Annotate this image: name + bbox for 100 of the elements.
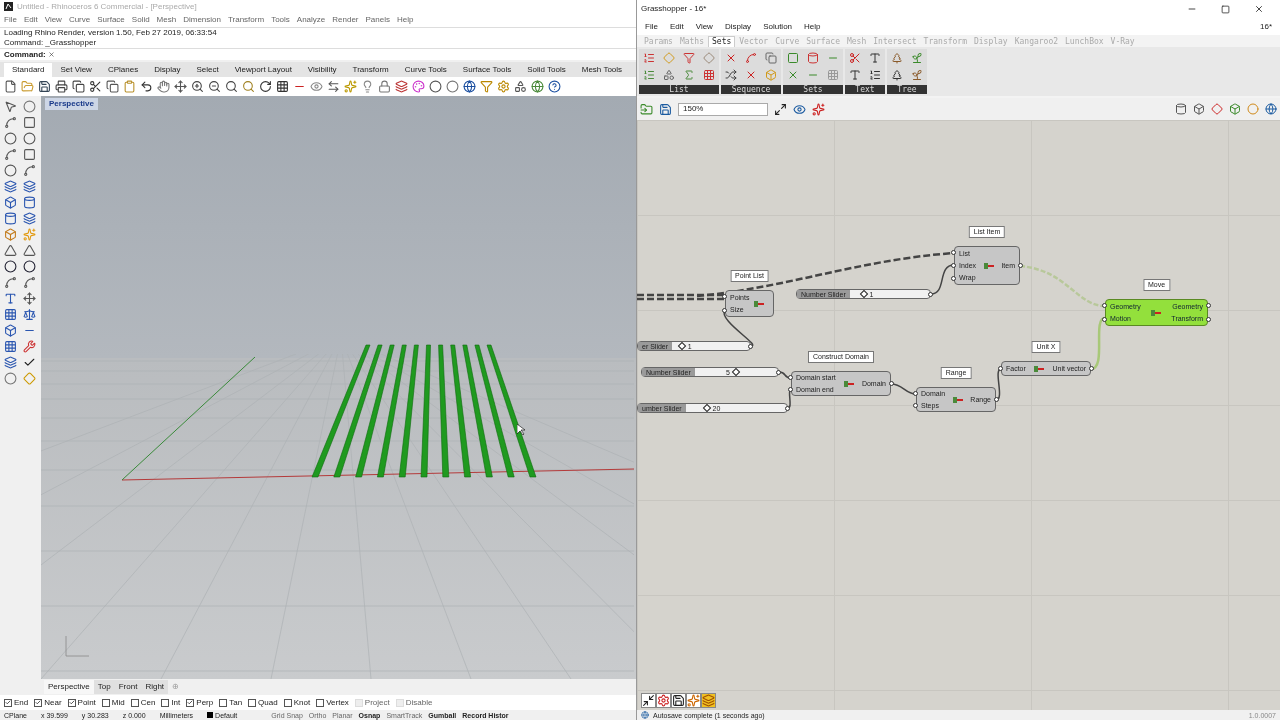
cylinder-icon[interactable] (22, 196, 36, 209)
menu-item[interactable]: Dimension (183, 14, 221, 26)
sprout-icon[interactable] (911, 69, 923, 81)
menu-item[interactable]: View (695, 20, 713, 33)
menu-item[interactable]: Panels (365, 14, 390, 26)
list-icon[interactable] (643, 52, 655, 64)
toolbar-tab[interactable]: Display (146, 63, 189, 77)
menu-item[interactable]: Edit (669, 20, 684, 33)
output-grip[interactable] (1206, 316, 1211, 322)
osnap-checkbox[interactable]: Cen (130, 696, 156, 709)
circle-icon[interactable] (4, 164, 17, 177)
menu-item[interactable]: Mesh (156, 14, 177, 26)
zoom-dropdown[interactable]: 150% (678, 102, 768, 116)
arc-icon[interactable] (4, 148, 17, 161)
sprout-icon[interactable] (911, 52, 923, 64)
text-icon[interactable] (869, 52, 881, 64)
toolbar-tab[interactable]: Transform (344, 63, 397, 77)
input-grip[interactable] (722, 307, 727, 313)
save-icon[interactable] (659, 102, 672, 116)
osnap-checkbox[interactable]: Tan (219, 696, 243, 709)
menu-item[interactable]: Help (804, 20, 821, 33)
output-grip[interactable] (1206, 303, 1211, 309)
layers-icon[interactable] (395, 80, 408, 93)
text-icon[interactable] (849, 69, 861, 81)
menu-item[interactable]: Curve (68, 14, 91, 26)
menu-item[interactable]: Edit (23, 14, 38, 26)
output-grip[interactable] (889, 381, 894, 386)
bulb-icon[interactable] (361, 80, 374, 93)
cross-icon[interactable] (725, 52, 737, 64)
tool-icon[interactable] (22, 340, 36, 353)
cylinder-icon[interactable] (807, 52, 819, 64)
open-file-icon[interactable] (640, 102, 653, 116)
move-icon[interactable] (174, 80, 187, 93)
curve-icon[interactable] (745, 52, 757, 64)
output-grip[interactable] (1018, 263, 1023, 268)
sort-icon[interactable] (869, 69, 881, 81)
toolbar-tab[interactable]: Visibility (299, 63, 345, 77)
menu-item[interactable]: Surface (97, 14, 125, 26)
layers-icon[interactable] (702, 694, 715, 707)
undo-icon[interactable] (140, 80, 153, 93)
menu-item[interactable]: Transform (227, 14, 265, 26)
input-grip[interactable] (788, 374, 793, 380)
move-icon[interactable] (22, 292, 36, 305)
globe-icon[interactable] (463, 80, 476, 93)
menu-item[interactable]: Help (397, 14, 414, 26)
filter-icon[interactable] (480, 80, 493, 93)
sparkle-icon[interactable] (344, 80, 357, 93)
menu-item[interactable]: Solution (763, 20, 793, 33)
cylinder-icon[interactable] (4, 212, 17, 225)
eye-icon[interactable] (793, 102, 806, 116)
circle-icon[interactable] (4, 132, 17, 145)
input-grip[interactable] (998, 366, 1003, 371)
output-grip[interactable] (776, 370, 781, 375)
grid-icon[interactable] (4, 340, 17, 353)
menu-item[interactable]: File (4, 14, 17, 26)
output-grip[interactable] (994, 397, 999, 402)
box-icon[interactable] (4, 196, 17, 209)
menu-item[interactable]: View (44, 14, 62, 26)
rectangle-icon[interactable] (22, 148, 36, 161)
array-icon[interactable] (4, 308, 17, 321)
output-grip[interactable] (748, 344, 753, 349)
copy-icon[interactable] (72, 80, 85, 93)
grid-icon[interactable] (276, 80, 289, 93)
toolbar-tab[interactable]: Standard (4, 63, 53, 77)
slider-handle-icon[interactable] (702, 403, 711, 413)
help-icon[interactable] (548, 80, 561, 93)
viewport-tab[interactable]: Right (141, 680, 169, 694)
toolbar-tab[interactable]: Select (188, 63, 227, 77)
box-icon[interactable] (4, 228, 17, 241)
osnap-checkbox[interactable]: End (4, 696, 29, 709)
menu-item[interactable]: Render (332, 14, 359, 26)
printer-icon[interactable] (55, 80, 68, 93)
new-file-icon[interactable] (4, 80, 17, 93)
viewport[interactable]: Perspective (41, 96, 636, 679)
solid-icon[interactable] (4, 324, 17, 337)
toolbar-tab[interactable]: Viewport Layout (226, 63, 300, 77)
spark-icon[interactable] (687, 694, 700, 707)
cross-icon[interactable] (787, 69, 799, 81)
osnap-checkbox[interactable]: Knot (283, 696, 311, 709)
shapes-icon[interactable] (663, 69, 675, 81)
osnap-checkbox[interactable]: Near (34, 696, 62, 709)
open-folder-icon[interactable] (21, 80, 34, 93)
save-icon[interactable] (38, 80, 51, 93)
curve-icon[interactable] (22, 164, 36, 177)
lock-icon[interactable] (378, 80, 391, 93)
osnap-checkbox[interactable]: Int (161, 696, 181, 709)
toolbar-tab[interactable]: Set View (52, 63, 100, 77)
osnap-checkbox[interactable]: Point (67, 696, 96, 709)
output-grip[interactable] (785, 406, 790, 411)
input-grip[interactable] (1102, 303, 1107, 309)
scale-icon[interactable] (22, 308, 36, 321)
menu-item[interactable]: Tools (271, 14, 290, 26)
close-icon[interactable] (1254, 4, 1264, 14)
input-grip[interactable] (1102, 316, 1107, 322)
shuffle-icon[interactable] (725, 69, 737, 81)
rectangle-icon[interactable] (22, 116, 36, 129)
zoom-in-icon[interactable] (191, 80, 204, 93)
menu-item[interactable]: Solid (131, 14, 150, 26)
toolbar-tab[interactable]: Surface Tools (454, 63, 520, 77)
clipboard-icon[interactable] (123, 80, 136, 93)
